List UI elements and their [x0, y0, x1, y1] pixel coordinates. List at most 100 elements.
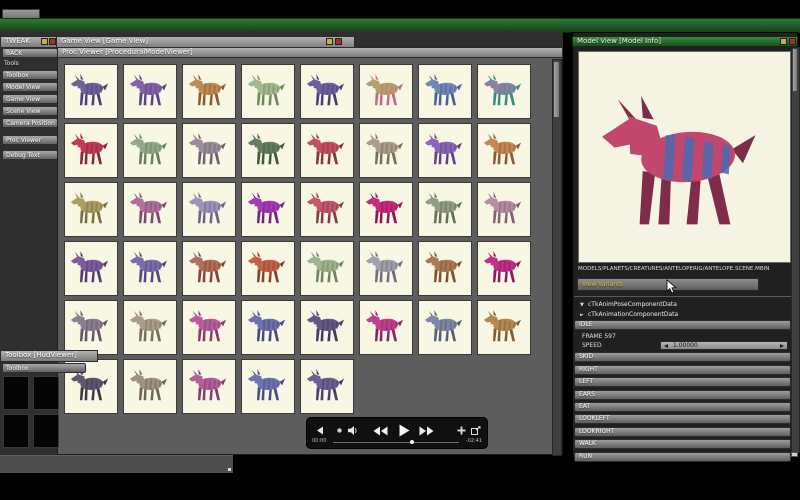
creature-thumbnail[interactable] [64, 123, 118, 178]
creature-thumbnail[interactable] [241, 241, 295, 296]
creature-thumbnail[interactable] [182, 182, 236, 237]
creature-thumbnail[interactable] [300, 64, 354, 119]
grid-scrollbar-thumb[interactable] [554, 62, 559, 117]
sidebar-item-toolbox[interactable]: Toolbox [2, 70, 58, 80]
sidebar-item-game-view[interactable]: Game View [2, 94, 58, 104]
creature-thumbnail[interactable] [418, 241, 472, 296]
speaker-icon[interactable] [348, 426, 358, 435]
creature-thumbnail[interactable] [123, 241, 177, 296]
anim-section-right[interactable]: RIGHT [574, 364, 791, 375]
creature-thumbnail[interactable] [300, 182, 354, 237]
sidebar-item-debug-text[interactable]: Debug Text [2, 150, 58, 160]
creature-thumbnail[interactable] [123, 182, 177, 237]
anim-section-ears[interactable]: EARS [574, 389, 791, 400]
minimize-button[interactable] [780, 38, 787, 45]
creature-thumbnail[interactable] [64, 300, 118, 355]
minimize-button[interactable] [326, 38, 333, 45]
anim-section-lookright[interactable]: LOOKRIGHT [574, 426, 791, 437]
speed-spinner[interactable]: 1.00000 [660, 341, 788, 351]
creature-thumbnail[interactable] [64, 64, 118, 119]
anim-section-walk[interactable]: WALK [574, 439, 791, 450]
sidebar-item-proc-viewer[interactable]: Proc Viewer [2, 135, 58, 145]
play-icon[interactable] [399, 424, 410, 437]
close-button[interactable] [789, 38, 796, 45]
creature-thumbnail[interactable] [418, 64, 472, 119]
creature-thumbnail[interactable] [418, 182, 472, 237]
close-button[interactable] [335, 38, 342, 45]
anim-section-idle[interactable]: IDLE [574, 320, 791, 330]
sidebar-item-scene-view[interactable]: Scene View [2, 106, 58, 116]
toolbox-slot[interactable] [3, 376, 29, 410]
proc-viewer-titlebar[interactable]: Proc Viewer [ProceduralModelViewer] [57, 47, 563, 58]
creature-thumbnail[interactable] [300, 359, 354, 414]
creature-thumbnail[interactable] [418, 300, 472, 355]
creature-thumbnail[interactable] [241, 64, 295, 119]
creature-thumbnail[interactable] [241, 123, 295, 178]
fast-forward-icon[interactable] [419, 426, 434, 436]
grid-scrollbar[interactable] [552, 59, 562, 456]
creature-thumbnail[interactable] [477, 123, 531, 178]
timeline-track[interactable] [333, 441, 459, 443]
creature-thumbnail[interactable] [359, 241, 413, 296]
skip-back-icon[interactable] [315, 426, 324, 435]
anim-section-run[interactable]: RUN [574, 451, 791, 462]
record-icon[interactable] [337, 428, 342, 433]
panel-resize-grip[interactable] [791, 452, 798, 457]
anim-section-left[interactable]: LEFT [574, 377, 791, 388]
model-viewport[interactable] [578, 51, 791, 263]
creature-thumbnail[interactable] [123, 300, 177, 355]
toolbox-window-titlebar[interactable]: Toolbox [HudViewer] [0, 350, 98, 362]
rewind-icon[interactable] [373, 426, 388, 436]
creature-thumbnail[interactable] [418, 123, 472, 178]
model-view-titlebar[interactable]: Model View [Model Info] [572, 36, 798, 47]
sidebar-item-camera-position[interactable]: Camera Position [2, 118, 58, 128]
creature-thumbnail[interactable] [123, 123, 177, 178]
sidebar-item-model-view[interactable]: Model View [2, 82, 58, 92]
creature-thumbnail[interactable] [477, 64, 531, 119]
panel-scrollbar[interactable] [791, 47, 800, 453]
creature-thumbnail[interactable] [182, 241, 236, 296]
spinner-decrement-icon[interactable] [664, 343, 668, 348]
timeline-playhead[interactable] [410, 439, 414, 444]
anim-section-skid[interactable]: SKID [574, 352, 791, 363]
creature-thumbnail[interactable] [300, 300, 354, 355]
creature-thumbnail[interactable] [182, 300, 236, 355]
resize-grip[interactable] [228, 468, 231, 471]
creature-thumbnail[interactable] [477, 300, 531, 355]
creature-thumbnail[interactable] [300, 123, 354, 178]
creature-thumbnail[interactable] [359, 64, 413, 119]
tree-node-ctkanimationcomponentdata[interactable]: ► cTkAnimationComponentData [580, 310, 790, 320]
minimize-button[interactable] [41, 38, 48, 45]
creature-thumbnail[interactable] [359, 182, 413, 237]
back-button[interactable]: BACK [2, 48, 58, 58]
creature-thumbnail[interactable] [477, 241, 531, 296]
external-icon[interactable] [471, 426, 481, 435]
creature-thumbnail[interactable] [64, 182, 118, 237]
creature-thumbnail[interactable] [123, 359, 177, 414]
creature-thumbnail[interactable] [359, 300, 413, 355]
creature-thumbnail[interactable] [123, 64, 177, 119]
toolbox-slot[interactable] [3, 414, 29, 448]
creature-thumbnail[interactable] [241, 359, 295, 414]
toolbox-slot[interactable] [33, 376, 59, 410]
creature-thumbnail[interactable] [477, 182, 531, 237]
anim-section-eat[interactable]: EAT [574, 401, 791, 412]
creature-thumbnail[interactable] [241, 300, 295, 355]
creature-3d-model[interactable] [591, 96, 779, 244]
panel-scrollbar-thumb[interactable] [793, 49, 797, 91]
creature-thumbnail[interactable] [182, 123, 236, 178]
anim-section-lookleft[interactable]: LOOKLEFT [574, 414, 791, 425]
expanded-arrow-icon[interactable]: ▼ [580, 300, 588, 310]
tree-node-ctkanimposecomponentdata[interactable]: ▼ cTkAnimPoseComponentData [580, 300, 790, 310]
creature-thumbnail[interactable] [64, 241, 118, 296]
creature-thumbnail[interactable] [182, 359, 236, 414]
creature-thumbnail[interactable] [182, 64, 236, 119]
spinner-increment-icon[interactable] [780, 343, 784, 348]
creature-thumbnail[interactable] [300, 241, 354, 296]
creature-thumbnail[interactable] [241, 182, 295, 237]
close-button[interactable] [49, 38, 56, 45]
volume-icon[interactable] [457, 426, 466, 435]
toolbox-slot[interactable] [33, 414, 59, 448]
toolbox-header-button[interactable]: Toolbox [2, 363, 86, 373]
collapsed-arrow-icon[interactable]: ► [580, 310, 588, 320]
